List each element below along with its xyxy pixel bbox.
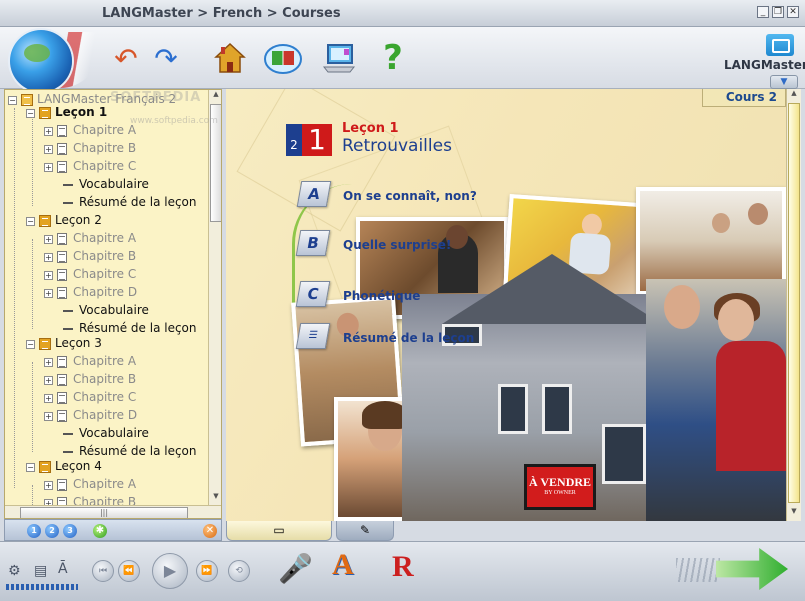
tree-lesson-3[interactable]: − Leçon 3 xyxy=(26,334,102,352)
repeat-button[interactable]: ⟲ xyxy=(228,560,250,582)
tree-chapter[interactable]: + Chapitre A xyxy=(44,229,136,247)
course-3-button[interactable]: 3 xyxy=(63,524,77,538)
tree-chapter[interactable]: + Chapitre A xyxy=(44,475,136,493)
section-c-badge[interactable]: C xyxy=(295,281,331,307)
tree-chapter[interactable]: + Chapitre C xyxy=(44,157,136,175)
section-c-link[interactable]: Phonétique xyxy=(343,289,420,303)
lesson-content: Cours 2 2 1 Leçon 1 Retrouvailles À VEND… xyxy=(226,89,786,521)
section-b-badge[interactable]: B xyxy=(295,230,331,256)
tree-vocabulary[interactable]: Vocabulaire xyxy=(63,301,149,319)
tree-lesson-1[interactable]: − Leçon 1 xyxy=(26,103,107,121)
dictionary-icon[interactable] xyxy=(263,38,303,78)
tree-chapter[interactable]: + Chapitre B xyxy=(44,370,136,388)
microphone-icon[interactable]: 🎤 xyxy=(278,552,313,585)
watermark: SOFTPEDIA xyxy=(110,90,202,105)
computer-icon[interactable] xyxy=(319,38,359,78)
watermark-url: www.softpedia.com xyxy=(130,116,218,126)
content-subtabs: ▭ ✎ xyxy=(226,521,801,541)
lesson-number-small: 2 xyxy=(286,124,302,156)
dictionary-a-icon[interactable]: A xyxy=(332,548,372,588)
subtitles-icon[interactable]: ▤ xyxy=(34,563,47,579)
section-a-badge[interactable]: A xyxy=(296,181,332,207)
translate-icon[interactable]: Ā xyxy=(58,561,68,577)
scroll-down-icon[interactable]: ▼ xyxy=(788,507,800,519)
section-summary-link[interactable]: Résumé de la leçon xyxy=(343,331,474,345)
tree-chapter[interactable]: + Chapitre A xyxy=(44,121,136,139)
tree-summary[interactable]: Résumé de la leçon xyxy=(63,193,197,211)
tree-chapter[interactable]: + Chapitre C xyxy=(44,265,136,283)
for-sale-sign: À VENDRE BY OWNER xyxy=(524,464,596,510)
course-2-button[interactable]: 2 xyxy=(45,524,59,538)
minimize-icon[interactable]: _ xyxy=(757,6,769,18)
lesson-subtitle: Retrouvailles xyxy=(342,136,452,156)
pencil-tab[interactable]: ✎ xyxy=(336,521,394,541)
pencil-icon: ✎ xyxy=(359,523,371,537)
tree-chapter[interactable]: + Chapitre D xyxy=(44,283,137,301)
skip-back-button[interactable]: ⏮ xyxy=(92,560,114,582)
tree-chapter[interactable]: + Chapitre D xyxy=(44,406,137,424)
settings-icon[interactable]: ⚙ xyxy=(8,563,21,579)
forward-arrow-icon[interactable]: ↷ xyxy=(146,38,186,78)
fast-forward-button[interactable]: ⏩ xyxy=(196,560,218,582)
photo-couple xyxy=(646,279,786,521)
tree-chapter[interactable]: + Chapitre C xyxy=(44,388,136,406)
tree-vocabulary[interactable]: Vocabulaire xyxy=(63,175,149,193)
star-icon[interactable]: ✱ xyxy=(93,524,107,538)
rewind-button[interactable]: ⏪ xyxy=(118,560,140,582)
volume-bar[interactable] xyxy=(6,584,78,590)
chevron-down-icon[interactable]: ▼ xyxy=(770,75,798,89)
lesson-number-big: 1 xyxy=(302,124,332,156)
tree-lesson-2[interactable]: − Leçon 2 xyxy=(26,211,102,229)
close-icon[interactable]: ✕ xyxy=(787,6,799,18)
tree-vocabulary[interactable]: Vocabulaire xyxy=(63,424,149,442)
scroll-thumb-horizontal[interactable]: ||| xyxy=(20,507,188,518)
content-vertical-scrollbar[interactable]: ▲ ▼ xyxy=(786,89,801,521)
globe-icon xyxy=(10,30,72,92)
help-icon[interactable]: ? xyxy=(373,38,413,78)
next-decoration xyxy=(676,558,720,582)
tree-chapter[interactable]: + Chapitre B xyxy=(44,139,136,157)
tree-chapter[interactable]: + Chapitre A xyxy=(44,352,136,370)
tree-horizontal-scrollbar[interactable]: ||| xyxy=(5,505,221,518)
close-panel-icon[interactable]: ✕ xyxy=(203,524,217,538)
summary-notes-icon[interactable]: ☰ xyxy=(295,323,331,349)
home-icon[interactable] xyxy=(210,38,250,78)
scroll-up-icon[interactable]: ▲ xyxy=(210,90,221,102)
langmaster-logo: LANGMaster® xyxy=(724,58,805,72)
course-1-button[interactable]: 1 xyxy=(27,524,41,538)
window-title: LANGMaster > French > Courses xyxy=(102,6,341,21)
notes-icon: ▭ xyxy=(273,523,285,537)
course-tree: − LANGMaster Français 2 − Leçon 1 + Chapitr… xyxy=(4,89,222,519)
scroll-thumb[interactable] xyxy=(788,103,800,503)
section-b-link[interactable]: Quelle surprise! xyxy=(343,238,451,252)
tree-chapter[interactable]: + Chapitre B xyxy=(44,247,136,265)
lesson-number: 2 1 xyxy=(286,124,332,156)
title-bar: LANGMaster > French > Courses _ ❐ ✕ xyxy=(0,0,805,27)
tree-lesson-4[interactable]: − Leçon 4 xyxy=(26,457,102,475)
review-r-icon[interactable]: R xyxy=(392,550,432,590)
play-button[interactable]: ▶ xyxy=(152,553,188,589)
notes-tab[interactable]: ▭ xyxy=(226,521,332,541)
restore-icon[interactable]: ❐ xyxy=(772,6,784,18)
tree-vertical-scrollbar[interactable]: ▲ ▼ xyxy=(208,90,221,505)
section-a-link[interactable]: On se connaît, non? xyxy=(343,189,477,203)
tree-toolbar: 1 2 3 ✱ ✕ xyxy=(4,519,222,541)
scroll-down-icon[interactable]: ▼ xyxy=(210,492,221,504)
langmaster-logo-icon xyxy=(766,34,794,56)
course-tab[interactable]: Cours 2 xyxy=(702,89,786,107)
scroll-up-icon[interactable]: ▲ xyxy=(788,89,800,101)
back-arrow-icon[interactable]: ↶ xyxy=(106,38,146,78)
lesson-title: Leçon 1 xyxy=(342,121,399,136)
tree-content: − LANGMaster Français 2 − Leçon 1 + Chapitr… xyxy=(5,90,208,509)
